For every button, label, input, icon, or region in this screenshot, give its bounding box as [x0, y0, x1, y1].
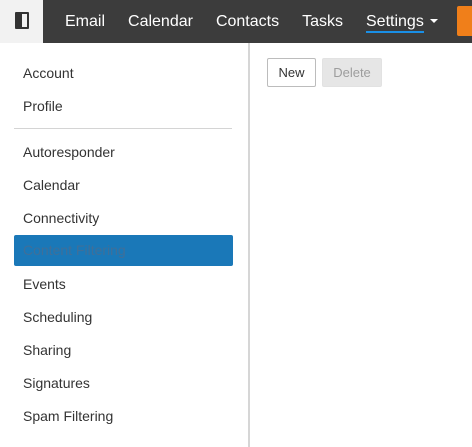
orange-action-button[interactable]	[457, 6, 472, 36]
sidebar-item-spam-filtering[interactable]: Spam Filtering	[14, 401, 233, 432]
sidebar-item-scheduling[interactable]: Scheduling	[14, 302, 233, 333]
nav-settings[interactable]: Settings	[366, 12, 438, 33]
sidebar-item-profile[interactable]: Profile	[14, 91, 233, 122]
sidebar-item-connectivity[interactable]: Connectivity	[14, 203, 233, 234]
nav-contacts[interactable]: Contacts	[216, 13, 279, 31]
sidebar-item-events[interactable]: Events	[14, 269, 233, 300]
new-button[interactable]: New	[267, 58, 316, 87]
delete-button[interactable]: Delete	[322, 58, 382, 87]
main-nav: Email Calendar Contacts Tasks Settings	[65, 0, 461, 43]
settings-sidebar: Account Profile Autoresponder Calendar C…	[0, 43, 250, 447]
nav-email[interactable]: Email	[65, 13, 105, 31]
sidebar-item-signatures[interactable]: Signatures	[14, 368, 233, 399]
sidebar-item-autoresponder[interactable]: Autoresponder	[14, 137, 233, 168]
chevron-down-icon	[429, 19, 438, 24]
nav-calendar[interactable]: Calendar	[128, 13, 193, 31]
sidebar-toggle-button[interactable]	[0, 0, 43, 43]
nav-settings-label: Settings	[366, 12, 424, 33]
sidebar-item-sharing[interactable]: Sharing	[14, 335, 233, 366]
nav-tasks[interactable]: Tasks	[302, 13, 343, 31]
sidebar-item-account[interactable]: Account	[14, 58, 233, 89]
sidebar-item-content-filtering[interactable]: Content Filtering	[14, 235, 233, 266]
top-navigation-bar: Email Calendar Contacts Tasks Settings	[0, 0, 472, 43]
sidebar-item-calendar[interactable]: Calendar	[14, 170, 233, 201]
sidebar-divider	[14, 128, 232, 129]
content-pane: New Delete	[250, 43, 472, 447]
sidebar-toggle-icon	[15, 12, 29, 29]
